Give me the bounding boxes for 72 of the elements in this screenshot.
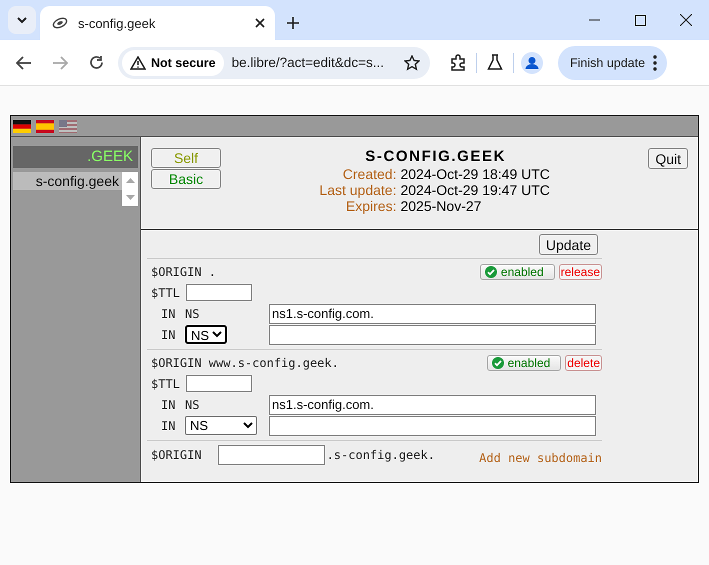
- reload-icon: [88, 55, 104, 70]
- record-class: IN: [161, 306, 176, 320]
- address-bar[interactable]: Not secure be.libre/?act=edit&dc=s...: [118, 46, 430, 78]
- list-scrollbar[interactable]: [122, 172, 138, 206]
- back-arrow-icon: [16, 56, 32, 70]
- origin-label: $ORIGIN .: [151, 265, 218, 279]
- remove-button[interactable]: delete: [565, 355, 602, 371]
- field-value: 2024-Oct-29 18:49 UTC: [400, 166, 550, 182]
- mode-button[interactable]: Basic: [151, 169, 221, 189]
- american-flag-icon: [59, 120, 77, 132]
- language-button[interactable]: [13, 120, 31, 132]
- ttl-label: $TTL: [151, 376, 180, 390]
- check-circle-icon: [492, 357, 504, 369]
- update-button[interactable]: Update: [538, 234, 598, 255]
- more-icon: [653, 54, 658, 70]
- zone-header: .GEEK: [13, 146, 138, 168]
- field-label: Last update:: [319, 182, 396, 198]
- close-icon: [255, 18, 265, 28]
- record-type-select[interactable]: NS: [185, 325, 227, 344]
- domain-item[interactable]: s-config.geek: [13, 172, 122, 190]
- german-flag-icon: [13, 120, 31, 132]
- close-icon: [680, 14, 692, 26]
- record-class: IN: [161, 418, 176, 432]
- star-icon: [404, 54, 420, 70]
- domain-title: S-CONFIG.GEEK: [365, 148, 506, 165]
- site-icon: [52, 17, 68, 29]
- origin-label: $ORIGIN www.s-config.geek.: [151, 356, 340, 370]
- plus-icon: [287, 17, 299, 29]
- browser-tab[interactable]: s-config.geek: [40, 6, 275, 40]
- maximize-icon: [634, 14, 646, 26]
- field-label: Expires:: [344, 198, 396, 214]
- remove-button[interactable]: release: [558, 264, 602, 280]
- spanish-flag-icon: [36, 120, 54, 132]
- record-type-select[interactable]: NS: [185, 416, 257, 435]
- minimize-icon: [588, 19, 600, 21]
- field-value: 2025-Nov-27: [400, 198, 482, 214]
- record-value-field[interactable]: ns1.s-config.com.: [269, 304, 596, 324]
- enabled-toggle[interactable]: enabled: [480, 264, 555, 280]
- record-type: NS: [185, 306, 200, 320]
- record-class: IN: [161, 328, 176, 342]
- ttl-field[interactable]: [186, 375, 252, 392]
- domain-suffix: .s-config.geek.: [326, 448, 435, 462]
- finish-update-button[interactable]: Finish update: [558, 46, 668, 80]
- field-value: 2024-Oct-29 19:47 UTC: [400, 182, 550, 198]
- subdomain-field[interactable]: [218, 445, 325, 465]
- warning-icon: [130, 56, 146, 70]
- scroll-up-icon: [126, 178, 134, 183]
- tab-title: s-config.geek: [78, 16, 156, 30]
- flask-icon: [487, 54, 503, 71]
- scroll-down-icon: [126, 195, 134, 200]
- enabled-toggle[interactable]: enabled: [486, 355, 562, 371]
- field-label: Created:: [342, 166, 396, 182]
- avatar-icon: [521, 52, 543, 74]
- chevron-down-icon: [16, 16, 28, 24]
- check-circle-icon: [484, 266, 497, 278]
- forward-arrow-icon: [52, 56, 68, 70]
- security-chip[interactable]: Not secure: [122, 50, 224, 76]
- record-type: NS: [185, 398, 200, 412]
- puzzle-icon: [450, 54, 466, 71]
- origin-label: $ORIGIN: [151, 448, 202, 462]
- bookmark-button[interactable]: [404, 54, 420, 70]
- record-value-field[interactable]: ns1.s-config.com.: [269, 394, 596, 414]
- close-tab-button[interactable]: [255, 18, 265, 28]
- ttl-label: $TTL: [151, 286, 180, 300]
- record-value-field[interactable]: [269, 324, 596, 344]
- url-text: be.libre/?act=edit&dc=s...: [232, 55, 384, 70]
- ttl-field[interactable]: [186, 284, 252, 301]
- record-class: IN: [161, 398, 176, 412]
- record-value-field[interactable]: [269, 416, 596, 436]
- tab-list-button[interactable]: [8, 6, 36, 34]
- add-subdomain-link[interactable]: Add new subdomain: [479, 445, 602, 465]
- quit-button[interactable]: Quit: [648, 148, 688, 169]
